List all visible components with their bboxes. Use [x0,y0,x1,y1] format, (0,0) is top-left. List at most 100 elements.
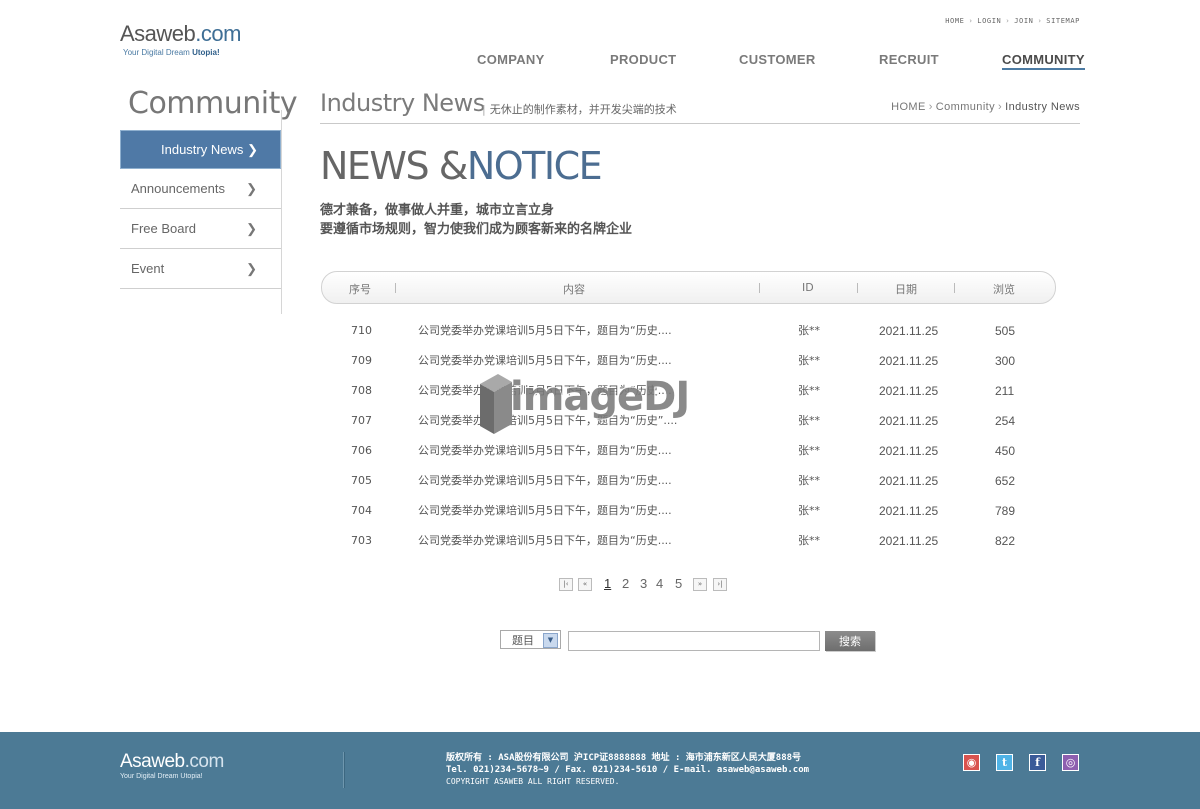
last-page-icon[interactable]: ›| [713,578,727,591]
col-header-views: 浏览 [993,283,1015,296]
search-button[interactable]: 搜索 [825,631,875,651]
row-views: 822 [995,534,1016,548]
row-title-link[interactable]: 公司党委举办党课培训5月5日下午，题目为“历史.... [418,443,672,459]
row-title-link[interactable]: 公司党委举办党课培训5月5日下午，题目为“历史.... [418,503,672,519]
nav-company[interactable]: COMPANY [477,52,545,67]
util-home-link[interactable]: HOME [945,17,964,25]
col-header-content: 内容 [563,283,585,296]
chat-icon[interactable]: ◎ [1062,754,1079,771]
table-row[interactable]: 705 公司党委举办党课培训5月5日下午，题目为“历史.... 张** 2021… [320,473,1055,503]
hero-headline: NEWS &NOTICE [320,144,603,188]
table-row[interactable]: 706 公司党委举办党课培训5月5日下午，题目为“历史.... 张** 2021… [320,443,1055,473]
facebook-icon[interactable]: f [1029,754,1046,771]
row-author-id: 张** [798,444,820,457]
sidebar-item-label: Industry News [161,142,244,157]
row-author-id: 张** [798,534,820,547]
utility-links: HOME › LOGIN › JOIN › SITEMAP [945,17,1080,25]
row-views: 300 [995,354,1016,368]
table-row[interactable]: 703 公司党委举办党课培训5月5日下午，题目为“历史.... 张** 2021… [320,533,1055,563]
row-views: 211 [995,384,1015,398]
first-page-icon[interactable]: |‹ [559,578,573,591]
watermark: imageDJ [478,372,690,440]
intro-line-2: 要遵循市场规则，智力使我们成为顾客新来的名牌企业 [320,222,633,237]
chevron-right-icon: ❯ [247,142,258,157]
nav-community[interactable]: COMMUNITY [1002,52,1085,70]
footer-logo-main: Asaweb [120,751,185,772]
row-number: 707 [351,414,372,427]
main-nav: COMPANY PRODUCT CUSTOMER RECRUIT COMMUNI… [0,52,1200,72]
footer-info: 版权所有 : ASA股份有限公司 沪ICP证8888888 地址 : 海市浦东新… [446,752,809,788]
breadcrumb-community[interactable]: Community [936,101,995,113]
row-number: 708 [351,384,372,397]
row-author-id: 张** [798,504,820,517]
footer-tagline: Your Digital Dream Utopia! [120,773,203,780]
row-views: 652 [995,474,1016,488]
page-number-current[interactable]: 1 [604,576,611,591]
breadcrumb-home[interactable]: HOME [891,101,926,113]
sidebar-item-label: Free Board [131,221,197,236]
logo-main-text: Asaweb [120,21,196,46]
prev-page-icon[interactable]: « [578,578,592,591]
breadcrumb: HOME › Community › Industry News [891,101,1080,113]
table-row[interactable]: 704 公司党委举办党课培训5月5日下午，题目为“历史.... 张** 2021… [320,503,1055,533]
intro-line-1: 德才兼备，做事做人并重，城市立言立身 [320,203,555,218]
table-row[interactable]: 710 公司党委举办党课培训5月5日下午，题目为“历史.... 张** 2021… [320,323,1055,353]
sidebar-item-label: Announcements [131,181,225,196]
row-author-id: 张** [798,474,820,487]
row-date: 2021.11.25 [879,324,939,338]
sidebar-item-event[interactable]: Event ❯ [120,249,281,289]
row-date: 2021.11.25 [879,474,939,488]
page-number[interactable]: 5 [675,576,682,591]
row-title-link[interactable]: 公司党委举办党课培训5月5日下午，题目为“历史.... [418,473,672,489]
footer-divider [343,752,345,788]
hero-part1: NEWS & [320,144,468,188]
util-login-link[interactable]: LOGIN [977,17,1001,25]
util-join-link[interactable]: JOIN [1014,17,1033,25]
footer: Asaweb.com Your Digital Dream Utopia! 版权… [0,732,1200,809]
row-views: 505 [995,324,1016,338]
nav-recruit[interactable]: RECRUIT [879,52,939,67]
row-number: 705 [351,474,372,487]
header-divider [320,123,1080,124]
nav-customer[interactable]: CUSTOMER [739,52,816,67]
row-date: 2021.11.25 [879,534,939,548]
row-title-link[interactable]: 公司党委举办党课培训5月5日下午，题目为“历史.... [418,533,672,549]
row-views: 450 [995,444,1016,458]
search-field-select[interactable]: 题目 ▼ [500,630,561,649]
row-title-link[interactable]: 公司党委举办党课培训5月5日下午，题目为“历史.... [418,323,672,339]
page-number[interactable]: 4 [656,576,663,591]
row-author-id: 张** [798,354,820,367]
row-number: 704 [351,504,372,517]
footer-line-2: Tel. 021)234-5678~9 / Fax. 021)234-5610 … [446,765,810,775]
row-number: 710 [351,324,372,337]
page-number[interactable]: 2 [622,576,629,591]
search-input[interactable] [568,631,820,651]
row-number: 709 [351,354,372,367]
intro-text: 德才兼备，做事做人并重，城市立言立身 要遵循市场规则，智力使我们成为顾客新来的名… [320,201,632,239]
page-subtitle: | 无休止的制作素材，并开发尖端的技术 [482,103,677,116]
row-number: 703 [351,534,372,547]
row-author-id: 张** [798,414,820,427]
sidebar-item-announcements[interactable]: Announcements ❯ [120,169,281,209]
page-number[interactable]: 3 [640,576,647,591]
col-header-date: 日期 [895,283,917,296]
next-page-icon[interactable]: » [693,578,707,591]
footer-copyright: COPYRIGHT ASAWEB ALL RIGHT RESERVED. [446,777,620,786]
twitter-icon[interactable]: t [996,754,1013,771]
util-sitemap-link[interactable]: SITEMAP [1046,17,1080,25]
page-subtitle-text: 无休止的制作素材，并开发尖端的技术 [489,103,677,116]
chevron-right-icon: ❯ [246,261,257,276]
sidebar-menu: Industry News ❯ Announcements ❯ Free Boa… [120,130,281,289]
footer-logo[interactable]: Asaweb.com Your Digital Dream Utopia! [120,751,225,781]
sidebar-item-free-board[interactable]: Free Board ❯ [120,209,281,249]
footer-logo-dot: .com [184,751,225,772]
nav-product[interactable]: PRODUCT [610,52,676,67]
watermark-text: imageDJ [510,374,690,420]
row-title-link[interactable]: 公司党委举办党课培训5月5日下午，题目为“历史.... [418,353,672,369]
weibo-icon[interactable]: ◉ [963,754,980,771]
sidebar-item-label: Event [131,261,165,276]
sidebar-item-industry-news[interactable]: Industry News ❯ [120,130,281,169]
row-date: 2021.11.25 [879,414,939,428]
hero-part2: NOTICE [466,144,603,188]
row-views: 254 [995,414,1016,428]
